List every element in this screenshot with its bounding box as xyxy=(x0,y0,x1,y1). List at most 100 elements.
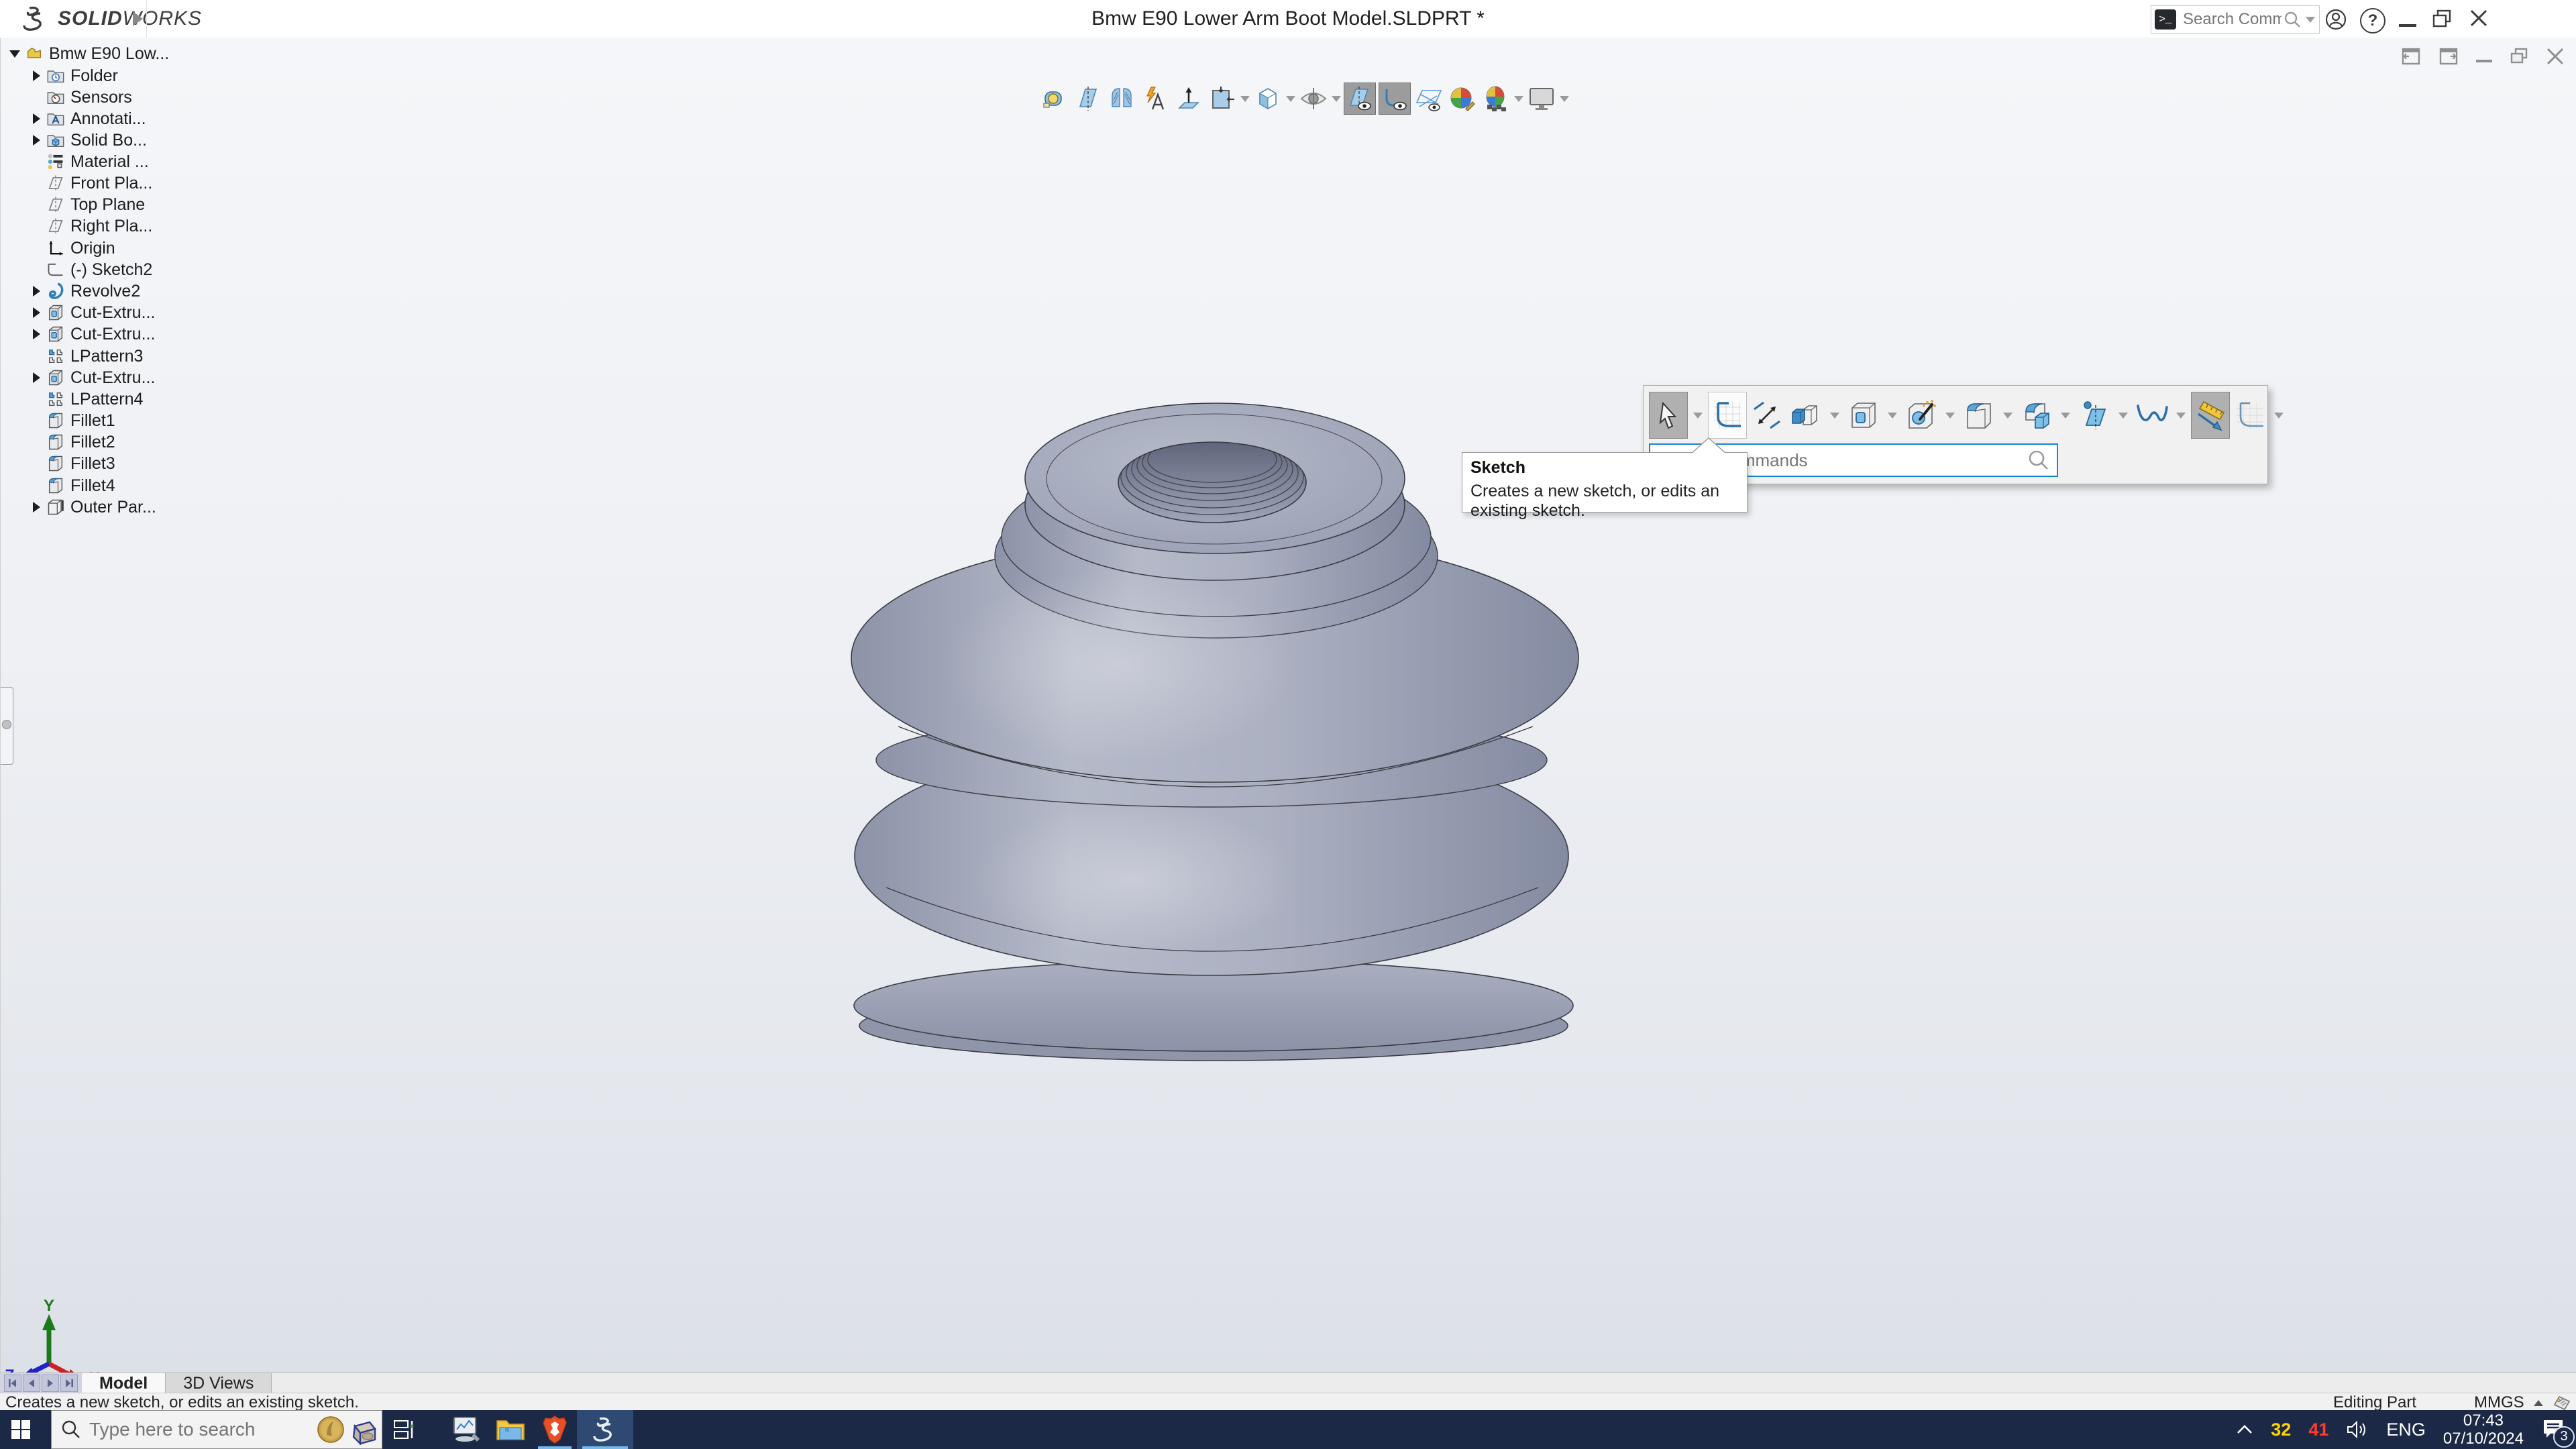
tree-item-top-plane[interactable]: Top Plane xyxy=(29,194,145,215)
solidworks-logo[interactable]: SOLIDWORKS xyxy=(20,7,202,31)
spline-button[interactable] xyxy=(2133,392,2171,438)
expand-arrow-icon[interactable] xyxy=(29,135,44,146)
pane-collapse-tab[interactable] xyxy=(1,687,13,765)
view-settings-button[interactable] xyxy=(1526,83,1557,114)
scene-dropdown-icon[interactable] xyxy=(1514,96,1523,102)
expand-arrow-icon[interactable] xyxy=(29,372,44,383)
zoom-dropdown-icon[interactable] xyxy=(1240,96,1250,102)
tree-item-front-plane[interactable]: Front Pla... xyxy=(29,172,152,194)
help-button[interactable]: ? xyxy=(2360,8,2385,34)
tab-3d-views[interactable]: 3D Views xyxy=(166,1373,272,1393)
graphics-viewport[interactable]: Bmw E90 Low... Folder Sensors Annotati..… xyxy=(0,38,2576,1373)
tray-expand-chevron-icon[interactable] xyxy=(2236,1424,2253,1436)
taskbar-search-input[interactable] xyxy=(88,1418,317,1441)
extruded-cut-button[interactable] xyxy=(1845,392,1882,438)
tree-item-cut-extrude2[interactable]: Cut-Extru... xyxy=(29,323,155,345)
hide-show-items-button[interactable] xyxy=(1298,83,1329,114)
taskbar-clock[interactable]: 07:43 07/10/2024 xyxy=(2443,1411,2524,1448)
tree-item-sensors[interactable]: Sensors xyxy=(29,87,132,108)
custom-properties-tag-icon[interactable] xyxy=(2553,1395,2571,1411)
hole-wizard-dropdown-icon[interactable] xyxy=(1945,413,1955,419)
file-explorer-button[interactable] xyxy=(488,1410,533,1449)
tree-item-lpattern3[interactable]: LPattern3 xyxy=(29,345,143,367)
expand-arrow-icon[interactable] xyxy=(29,286,44,297)
volume-icon[interactable] xyxy=(2346,1419,2369,1440)
reference-geometry-dropdown-icon[interactable] xyxy=(2118,413,2128,419)
tree-item-solid-bodies[interactable]: Solid Bo... xyxy=(29,129,147,151)
tree-item-sketch2[interactable]: (-) Sketch2 xyxy=(29,259,152,280)
extruded-cut-dropdown-icon[interactable] xyxy=(1888,413,1897,419)
expand-arrow-icon[interactable] xyxy=(29,307,44,318)
show-left-pane-icon[interactable] xyxy=(2401,48,2421,65)
menu-expand-arrow-icon[interactable] xyxy=(133,11,143,26)
tree-item-outer-part[interactable]: Outer Par... xyxy=(29,496,156,518)
tree-item-lpattern4[interactable]: LPattern4 xyxy=(29,388,143,410)
select-button[interactable] xyxy=(1649,392,1688,439)
restore-button[interactable] xyxy=(2432,9,2453,27)
tree-item-origin[interactable]: Origin xyxy=(29,237,115,259)
feature-pattern-dropdown-icon[interactable] xyxy=(2061,413,2070,419)
language-indicator[interactable]: ENG xyxy=(2386,1419,2426,1440)
tree-item-cut-extrude1[interactable]: Cut-Extru... xyxy=(29,302,155,323)
section-view-button[interactable] xyxy=(1073,83,1104,114)
section-cap-button[interactable] xyxy=(1106,83,1137,114)
command-search-input[interactable] xyxy=(2182,9,2283,30)
expand-arrow-icon[interactable] xyxy=(29,70,44,81)
first-tab-button[interactable] xyxy=(4,1375,21,1392)
units-selector[interactable]: MMGS xyxy=(2474,1393,2571,1412)
select-dropdown-icon[interactable] xyxy=(1693,413,1703,419)
extruded-boss-dropdown-icon[interactable] xyxy=(1830,413,1839,419)
minimize-button[interactable] xyxy=(2399,24,2416,27)
tree-root[interactable]: Bmw E90 Low... xyxy=(7,43,169,64)
display-style-button[interactable] xyxy=(1252,83,1283,114)
tree-item-right-plane[interactable]: Right Pla... xyxy=(29,215,152,237)
expand-arrow-icon[interactable] xyxy=(29,329,44,339)
prev-tab-button[interactable] xyxy=(23,1375,40,1392)
doc-minimize-icon[interactable] xyxy=(2476,60,2492,62)
next-tab-button[interactable] xyxy=(42,1375,59,1392)
view-sketch-relations-button[interactable] xyxy=(1413,83,1444,114)
spline-dropdown-icon[interactable] xyxy=(2176,413,2186,419)
tree-item-fillet1[interactable]: Fillet1 xyxy=(29,410,115,431)
temp-monitor-2[interactable]: 41 xyxy=(2308,1419,2328,1440)
view-planes-toggle[interactable] xyxy=(1344,83,1376,115)
edit-appearance-button[interactable] xyxy=(1447,83,1478,114)
apply-scene-button[interactable] xyxy=(1481,83,1511,114)
fillet-button[interactable] xyxy=(1960,392,1998,438)
fillet-dropdown-icon[interactable] xyxy=(2003,413,2012,419)
tree-item-annotations[interactable]: Annotati... xyxy=(29,108,146,129)
notification-center-button[interactable]: 3 xyxy=(2541,1417,2565,1442)
expand-arrow-icon[interactable] xyxy=(29,113,44,124)
doc-restore-icon[interactable] xyxy=(2510,48,2528,65)
temp-monitor-1[interactable]: 32 xyxy=(2271,1419,2291,1440)
search-dropdown-icon[interactable] xyxy=(2306,17,2315,23)
solidworks-taskbar-button[interactable] xyxy=(577,1410,633,1449)
zoom-to-fit-button[interactable] xyxy=(1207,83,1238,114)
user-account-button[interactable] xyxy=(2324,8,2347,31)
tree-item-cut-extrude3[interactable]: Cut-Extru... xyxy=(29,367,155,388)
doc-close-icon[interactable] xyxy=(2546,47,2565,66)
feature-pattern-button[interactable] xyxy=(2018,392,2055,438)
task-view-button[interactable] xyxy=(382,1410,427,1449)
extruded-boss-button[interactable] xyxy=(1787,392,1825,438)
tree-item-fillet2[interactable]: Fillet2 xyxy=(29,431,115,453)
command-search[interactable]: >_ xyxy=(2151,5,2320,34)
hide-show-dropdown-icon[interactable] xyxy=(1332,96,1341,102)
dimension-button[interactable] xyxy=(2191,392,2230,439)
start-button[interactable] xyxy=(0,1410,42,1449)
tree-item-fillet3[interactable]: Fillet3 xyxy=(29,453,115,474)
sketch-corner-dropdown-icon[interactable] xyxy=(2274,413,2284,419)
tree-item-folder[interactable]: Folder xyxy=(29,65,118,87)
hide-show-annotations-button[interactable] xyxy=(1140,83,1171,114)
tree-item-fillet4[interactable]: Fillet4 xyxy=(29,475,115,496)
measure-button[interactable] xyxy=(1039,83,1070,114)
normal-to-button[interactable] xyxy=(1173,83,1204,114)
hole-wizard-button[interactable] xyxy=(1902,392,1940,438)
tree-item-revolve2[interactable]: Revolve2 xyxy=(29,280,140,302)
sketch-button[interactable] xyxy=(1708,392,1747,439)
taskbar-search[interactable] xyxy=(51,1410,382,1449)
tree-item-material[interactable]: Material ... xyxy=(29,151,149,172)
task-manager-button[interactable] xyxy=(444,1410,488,1449)
view-sketches-toggle[interactable] xyxy=(1379,83,1411,115)
tab-model[interactable]: Model xyxy=(82,1373,166,1393)
